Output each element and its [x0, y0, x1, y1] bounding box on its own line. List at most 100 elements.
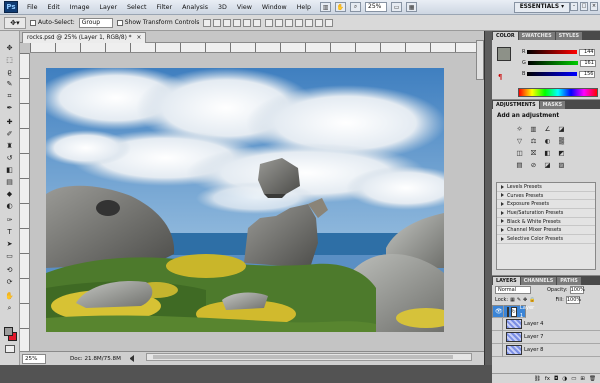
tab-adjustments[interactable]: ADJUSTMENTS: [493, 101, 539, 109]
layer-row[interactable]: Layer 4: [492, 317, 600, 331]
layer-style-icon[interactable]: fx: [545, 376, 550, 382]
align-top-icon[interactable]: [203, 18, 212, 27]
visibility-eye-icon[interactable]: [492, 330, 503, 344]
distribute-middle-icon[interactable]: [275, 18, 284, 27]
status-menu-arrow-icon[interactable]: [127, 355, 134, 362]
hand-tool-icon[interactable]: ✋: [335, 2, 347, 12]
layer-thumbnail[interactable]: [506, 319, 522, 329]
move-tool-icon[interactable]: ✥: [3, 43, 16, 53]
adjustment-type-icon[interactable]: ◪: [556, 125, 567, 134]
adjustment-preset-item[interactable]: Black & White Presets: [497, 218, 595, 227]
layer-thumbnail[interactable]: [506, 345, 522, 355]
layer-thumbnail[interactable]: [506, 332, 522, 342]
visibility-eye-icon[interactable]: [492, 343, 503, 357]
auto-select-dropdown[interactable]: Group: [78, 17, 113, 28]
minimize-icon[interactable]: –: [570, 2, 578, 11]
new-adjustment-layer-icon[interactable]: ◑: [562, 376, 567, 382]
align-middle-icon[interactable]: [213, 18, 222, 27]
shape-tool-icon[interactable]: ▭: [3, 251, 16, 261]
adjustment-type-icon[interactable]: ∠: [542, 125, 553, 134]
workspace-switcher[interactable]: ESSENTIALS ▾: [513, 2, 570, 13]
out-of-gamut-warning-icon[interactable]: ¶: [498, 73, 502, 81]
horizontal-scrollbar[interactable]: [146, 353, 472, 361]
distribute-top-icon[interactable]: [265, 18, 274, 27]
menu-item-edit[interactable]: Edit: [43, 0, 65, 15]
align-center-icon[interactable]: [243, 18, 252, 27]
healing-brush-tool-icon[interactable]: ✚: [3, 117, 16, 127]
expand-triangle-icon[interactable]: [501, 227, 504, 232]
visibility-eye-icon[interactable]: 👁: [495, 305, 504, 318]
eraser-tool-icon[interactable]: ◧: [3, 165, 16, 175]
layer-name[interactable]: Layer 7: [524, 334, 543, 340]
menu-item-image[interactable]: Image: [65, 0, 95, 15]
menu-item-select[interactable]: Select: [122, 0, 151, 15]
zoom-tool-icon[interactable]: ⌕: [350, 2, 362, 12]
fill-field[interactable]: 100%: [565, 296, 581, 304]
auto-align-icon[interactable]: [325, 18, 334, 27]
tab-layers[interactable]: LAYERS: [493, 277, 520, 285]
color-channel-slider[interactable]: [527, 61, 578, 65]
expand-triangle-icon[interactable]: [501, 210, 504, 215]
expand-triangle-icon[interactable]: [501, 184, 504, 189]
clone-stamp-tool-icon[interactable]: ♜: [3, 141, 16, 151]
document-tab[interactable]: rocks.psd @ 25% (Layer 1, RGB/8) * ×: [22, 32, 147, 43]
layer-mask-thumbnail[interactable]: ↻: [510, 306, 517, 317]
gradient-tool-icon[interactable]: ▤: [3, 177, 16, 187]
path-selection-tool-icon[interactable]: ➤: [3, 239, 16, 249]
color-channel-slider[interactable]: [527, 72, 578, 76]
adjustment-preset-item[interactable]: Levels Presets: [497, 183, 595, 192]
color-ramp[interactable]: [518, 88, 598, 97]
delete-layer-icon[interactable]: 🗑: [589, 376, 596, 382]
dodge-tool-icon[interactable]: ◐: [3, 201, 16, 211]
transform-controls-checkbox[interactable]: Show Transform Controls: [116, 19, 199, 26]
new-layer-icon[interactable]: ⊞: [580, 376, 585, 382]
tab-swatches[interactable]: SWATCHES: [518, 32, 555, 40]
distribute-bottom-icon[interactable]: [285, 18, 294, 27]
layer-name[interactable]: Layer 4: [524, 321, 543, 327]
align-left-icon[interactable]: [233, 18, 242, 27]
move-tool-preset-icon[interactable]: ✥▾: [4, 16, 26, 29]
adjustment-type-icon[interactable]: ⊘: [528, 161, 539, 170]
adjustment-type-icon[interactable]: ◩: [556, 149, 567, 158]
adjustment-type-icon[interactable]: ◧: [542, 149, 553, 158]
layer-thumbnail[interactable]: [506, 306, 509, 317]
screen-mode-icon[interactable]: ▭: [391, 2, 403, 12]
menu-item-analysis[interactable]: Analysis: [177, 0, 213, 15]
history-brush-tool-icon[interactable]: ↺: [3, 153, 16, 163]
status-zoom-field[interactable]: 25%: [22, 353, 46, 364]
layer-row[interactable]: 👁 ↻ Layer 1: [492, 305, 534, 319]
visibility-eye-icon[interactable]: [492, 317, 503, 331]
expand-triangle-icon[interactable]: [501, 193, 504, 198]
quick-mask-icon[interactable]: [5, 345, 15, 353]
menu-item-window[interactable]: Window: [257, 0, 292, 15]
close-icon[interactable]: ×: [590, 2, 598, 11]
align-right-icon[interactable]: [253, 18, 262, 27]
blur-tool-icon[interactable]: ◆: [3, 189, 16, 199]
menu-item-view[interactable]: View: [232, 0, 257, 15]
adjustment-type-icon[interactable]: ◪: [542, 161, 553, 170]
adjustment-preset-item[interactable]: Hue/Saturation Presets: [497, 209, 595, 218]
menu-item-file[interactable]: File: [22, 0, 43, 15]
image-canvas[interactable]: [46, 68, 444, 332]
expand-triangle-icon[interactable]: [501, 219, 504, 224]
adjustment-type-icon[interactable]: ◐: [542, 137, 553, 146]
adjustment-type-icon[interactable]: ▤: [514, 161, 525, 170]
pen-tool-icon[interactable]: ✑: [3, 215, 16, 225]
distribute-center-icon[interactable]: [305, 18, 314, 27]
adjustment-preset-item[interactable]: Channel Mixer Presets: [497, 226, 595, 236]
foreground-color-swatch[interactable]: [4, 327, 13, 336]
adjustment-type-icon[interactable]: ◫: [514, 149, 525, 158]
tab-masks[interactable]: MASKS: [539, 101, 566, 109]
expand-triangle-icon[interactable]: [501, 236, 504, 241]
zoom-tool-icon[interactable]: ⌕: [3, 303, 16, 313]
color-channel-value[interactable]: 144: [579, 48, 596, 56]
foreground-color-swatch[interactable]: [497, 47, 511, 61]
close-icon[interactable]: ×: [136, 35, 141, 41]
align-bottom-icon[interactable]: [223, 18, 232, 27]
adjustment-type-icon[interactable]: ▒: [556, 137, 567, 146]
adjustment-preset-item[interactable]: Selective Color Presets: [497, 235, 595, 244]
menu-item-filter[interactable]: Filter: [151, 0, 177, 15]
adjustment-preset-item[interactable]: Curves Presets: [497, 192, 595, 201]
crop-tool-icon[interactable]: ⌗: [3, 91, 16, 101]
color-channel-slider[interactable]: [527, 50, 578, 54]
